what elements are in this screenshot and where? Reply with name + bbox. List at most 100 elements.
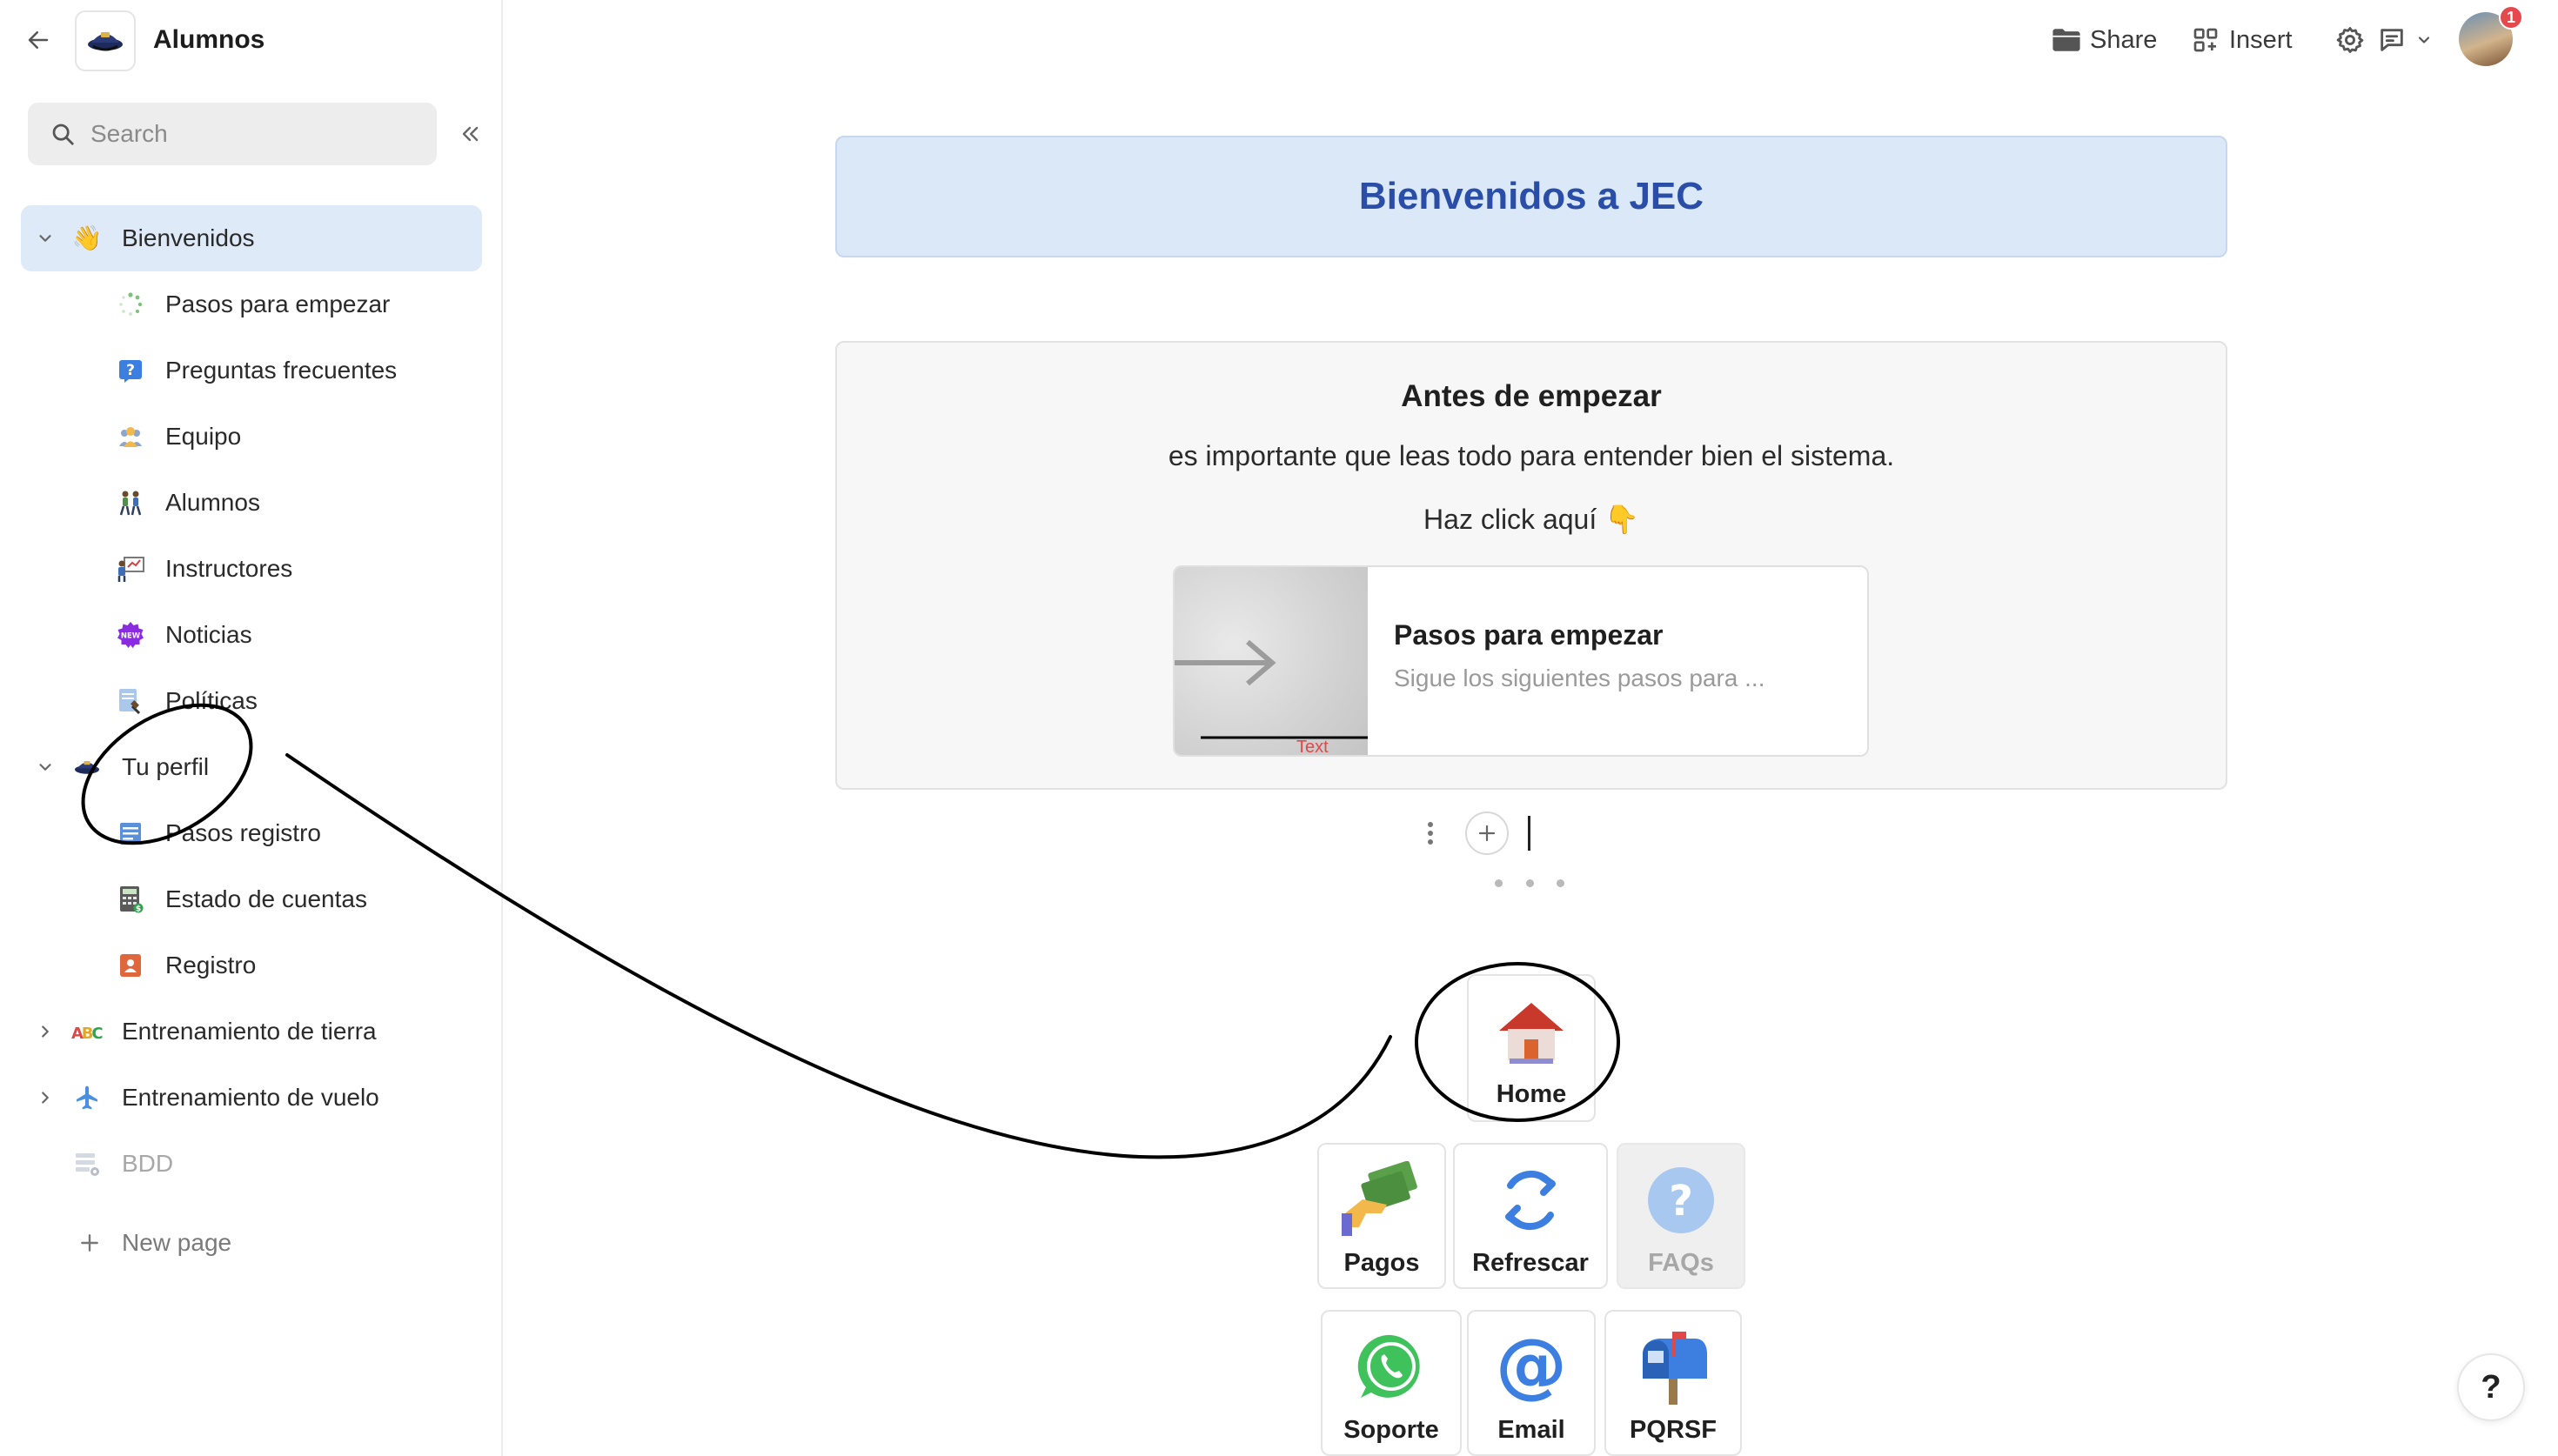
dot-icon [1525,878,1534,887]
block-controls [1418,809,1530,858]
contact-card-icon [115,950,146,981]
callout-block: Antes de empezar es importante que leas … [835,341,2227,790]
pilot-cap-icon [71,751,103,783]
dot-icon [1557,878,1564,887]
sidebar-item-label: Preguntas frecuentes [165,357,398,384]
sidebar-item-label: Noticias [165,621,252,648]
legal-document-icon [115,685,146,717]
tile-label: Pagos [1343,1249,1420,1277]
text-cursor[interactable] [1528,816,1530,851]
help-button[interactable]: ? [2457,1353,2525,1421]
link-thumbnail [1175,567,1380,755]
sidebar-item-label: Políticas [165,687,258,714]
question-icon: ? [1637,1157,1724,1244]
sidebar-item-label: Tu perfil [122,753,210,780]
pilot-cap-icon [88,32,123,51]
whatsapp-icon [1348,1324,1435,1411]
share-button[interactable]: Share [2050,19,2157,61]
sidebar-item-pasos-registro[interactable]: Pasos registro [0,800,503,866]
svg-text:?: ? [1669,1177,1693,1226]
chevron-right-icon[interactable] [33,1019,57,1044]
airplane-icon [71,1082,103,1113]
drag-handle-icon[interactable] [1418,816,1443,851]
sidebar-item-label: Equipo [165,423,242,450]
sidebar-item-noticias[interactable]: NEW Noticias [0,602,503,668]
svg-text:NEW: NEW [121,632,141,641]
sidebar-item-politicas[interactable]: Políticas [0,668,503,734]
sidebar-item-label: Entrenamiento de vuelo [122,1084,379,1111]
new-page-button[interactable]: New page [75,1221,231,1265]
page-tree: 👋 Bienvenidos Pasos para empezar ? Pregu… [0,205,503,1197]
sidebar-item-pasos-para-empezar[interactable]: Pasos para empezar [0,271,503,337]
sidebar-item-equipo[interactable]: Equipo [0,404,503,470]
sidebar-item-tu-perfil[interactable]: Tu perfil [0,734,503,800]
sidebar-item-estado-de-cuentas[interactable]: $ Estado de cuentas [0,866,503,932]
svg-text:?: ? [126,362,135,379]
sidebar-item-bdd[interactable]: BDD [0,1131,503,1197]
plus-icon [1478,825,1496,842]
sidebar-item-label: Entrenamiento de tierra [122,1018,377,1045]
svg-text:C: C [91,1025,103,1043]
add-block-button[interactable] [1465,811,1509,855]
tile-label: PQRSF [1630,1416,1717,1444]
pagos-tile[interactable]: Pagos [1317,1143,1446,1289]
app-window: Alumnos 👋 Bienvenidos Pasos para empezar [0,0,2558,1456]
more-options-button[interactable] [1495,870,1564,896]
top-bar: Share Insert 1 [505,0,2558,80]
sidebar-item-preguntas-frecuentes[interactable]: ? Preguntas frecuentes [0,337,503,404]
sidebar-item-entrenamiento-de-tierra[interactable]: ABC Entrenamiento de tierra [0,998,503,1065]
tile-label: Email [1497,1416,1565,1444]
sidebar-item-label: Bienvenidos [122,224,255,251]
tile-label: FAQs [1648,1249,1714,1277]
link-card-description: Sigue los siguientes pasos para ... [1394,665,1765,691]
money-hand-icon [1338,1157,1425,1244]
sidebar-item-entrenamiento-de-vuelo[interactable]: Entrenamiento de vuelo [0,1065,503,1131]
collapse-sidebar-button[interactable] [452,117,487,151]
svg-text:$: $ [136,905,141,914]
sidebar: Alumnos 👋 Bienvenidos Pasos para empezar [0,0,503,1456]
house-icon [1488,988,1575,1075]
back-button[interactable] [19,23,57,57]
mailbox-icon [1630,1324,1717,1411]
sidebar-item-alumnos[interactable]: Alumnos [0,470,503,536]
loading-dots-icon [115,289,146,320]
faqs-tile[interactable]: ? FAQs [1617,1143,1745,1289]
callout-text: es importante que leas todo para entende… [1168,440,1895,471]
chevron-down-icon[interactable] [33,226,57,250]
folder-icon [2050,23,2083,57]
soporte-tile[interactable]: Soporte [1321,1310,1462,1456]
search-box[interactable] [28,103,437,165]
page-title: Bienvenidos a JEC [1358,175,1704,217]
chevron-right-icon[interactable] [33,1085,57,1110]
insert-button[interactable]: Insert [2189,19,2293,61]
page-link-card[interactable]: Text Pasos para empezar Sigue los siguie… [1173,565,1869,757]
gear-icon [2334,23,2367,57]
comments-menu-button[interactable] [2375,19,2433,61]
refrescar-tile[interactable]: Refrescar [1453,1143,1608,1289]
link-card-title: Pasos para empezar [1394,619,1664,651]
people-walking-icon [115,487,146,518]
sidebar-item-bienvenidos[interactable]: 👋 Bienvenidos [21,205,482,271]
sidebar-item-instructores[interactable]: Instructores [0,536,503,602]
arrow-right-icon [1175,639,1380,739]
new-page-label: New page [122,1229,232,1256]
insert-label: Insert [2229,25,2293,54]
sidebar-item-label: BDD [122,1150,174,1177]
refresh-icon [1487,1157,1574,1244]
arrow-left-icon [28,31,49,49]
database-icon [71,1148,103,1179]
search-input[interactable] [90,120,421,148]
team-icon [115,421,146,452]
notepad-icon [115,818,146,849]
sidebar-item-registro[interactable]: Registro [0,932,503,998]
settings-button[interactable] [2334,19,2374,61]
chevron-down-icon[interactable] [33,755,57,779]
sidebar-header: Alumnos [0,0,503,80]
comment-icon [2375,23,2408,57]
app-logo[interactable] [75,10,136,71]
home-tile[interactable]: Home [1467,974,1596,1122]
sidebar-item-label: Instructores [165,555,293,582]
double-chevron-left-icon [462,126,479,142]
email-tile[interactable]: @ Email [1467,1310,1596,1456]
pqrsf-tile[interactable]: PQRSF [1604,1310,1742,1456]
